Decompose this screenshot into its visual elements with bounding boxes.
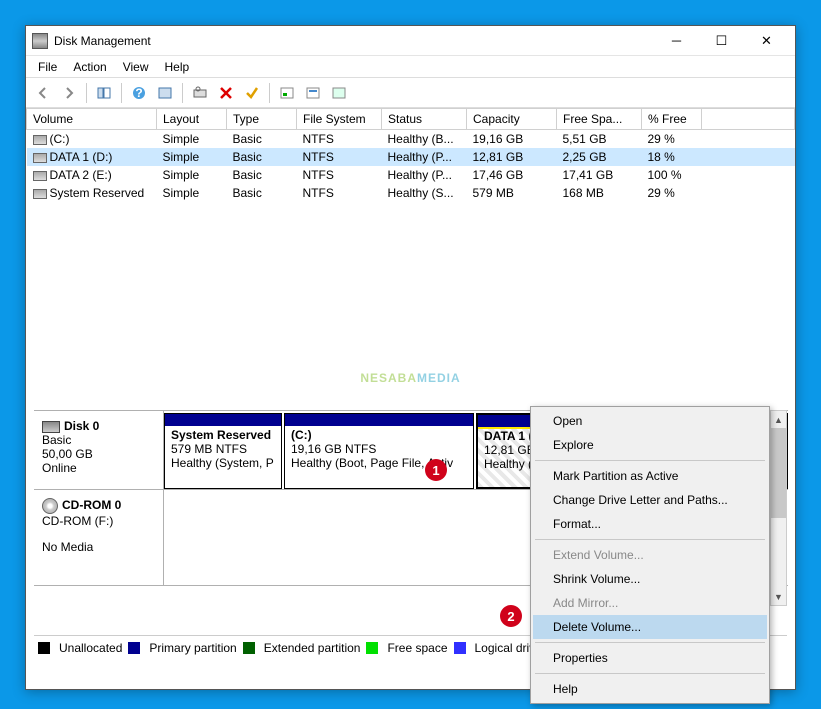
menu-view[interactable]: View <box>115 58 157 76</box>
legend-label: Extended partition <box>264 641 361 655</box>
menu-add-mirror: Add Mirror... <box>533 591 767 615</box>
svg-text:?: ? <box>135 86 142 100</box>
titlebar[interactable]: Disk Management ─ ☐ ✕ <box>26 26 795 56</box>
col-fs[interactable]: File System <box>297 109 382 130</box>
menu-action[interactable]: Action <box>65 58 114 76</box>
toolbar: ? <box>26 78 795 108</box>
disk-0-header[interactable]: Disk 0 Basic 50,00 GB Online <box>34 411 164 489</box>
legend-label: Unallocated <box>59 641 122 655</box>
window-title: Disk Management <box>54 34 654 48</box>
minimize-button[interactable]: ─ <box>654 27 699 55</box>
help-button[interactable]: ? <box>128 82 150 104</box>
callout-1: 1 <box>425 459 447 481</box>
col-status[interactable]: Status <box>382 109 467 130</box>
scrollbar[interactable]: ▲ ▼ <box>770 410 787 606</box>
menu-file[interactable]: File <box>30 58 65 76</box>
maximize-button[interactable]: ☐ <box>699 27 744 55</box>
legend-label: Primary partition <box>149 641 236 655</box>
col-volume[interactable]: Volume <box>27 109 157 130</box>
legend-label: Free space <box>387 641 447 655</box>
menu-change-letter[interactable]: Change Drive Letter and Paths... <box>533 488 767 512</box>
legend-swatch-primary <box>128 642 140 654</box>
volume-icon <box>33 189 47 199</box>
volume-icon <box>33 171 47 181</box>
disk-list-button[interactable] <box>276 82 298 104</box>
callout-2: 2 <box>500 605 522 627</box>
cdrom-icon <box>42 498 58 514</box>
cdrom-header[interactable]: CD-ROM 0 CD-ROM (F:) No Media <box>34 490 164 585</box>
forward-button[interactable] <box>58 82 80 104</box>
graphical-view-button[interactable] <box>328 82 350 104</box>
disk-icon <box>42 421 60 433</box>
menu-properties[interactable]: Properties <box>533 646 767 670</box>
context-menu: Open Explore Mark Partition as Active Ch… <box>530 406 770 704</box>
menu-extend-volume: Extend Volume... <box>533 543 767 567</box>
table-header-row[interactable]: Volume Layout Type File System Status Ca… <box>27 109 795 130</box>
menu-open[interactable]: Open <box>533 409 767 433</box>
delete-icon[interactable] <box>215 82 237 104</box>
col-layout[interactable]: Layout <box>157 109 227 130</box>
close-button[interactable]: ✕ <box>744 27 789 55</box>
menu-help[interactable]: Help <box>533 677 767 701</box>
table-row[interactable]: System ReservedSimpleBasicNTFSHealthy (S… <box>27 184 795 202</box>
menu-mark-active[interactable]: Mark Partition as Active <box>533 464 767 488</box>
col-type[interactable]: Type <box>227 109 297 130</box>
volume-icon <box>33 135 47 145</box>
legend-swatch-logical <box>454 642 466 654</box>
menu-shrink-volume[interactable]: Shrink Volume... <box>533 567 767 591</box>
menu-help[interactable]: Help <box>157 58 198 76</box>
col-pctfree[interactable]: % Free <box>642 109 702 130</box>
menu-format[interactable]: Format... <box>533 512 767 536</box>
volume-list-button[interactable] <box>302 82 324 104</box>
volume-table: Volume Layout Type File System Status Ca… <box>26 108 795 202</box>
scroll-down-button[interactable]: ▼ <box>771 588 786 605</box>
table-row[interactable]: DATA 2 (E:)SimpleBasicNTFSHealthy (P...1… <box>27 166 795 184</box>
scroll-up-button[interactable]: ▲ <box>771 411 786 428</box>
col-blank[interactable] <box>702 109 795 130</box>
partition-system-reserved[interactable]: System Reserved 579 MB NTFS Healthy (Sys… <box>164 413 282 489</box>
back-button[interactable] <box>32 82 54 104</box>
table-row-selected[interactable]: DATA 1 (D:)SimpleBasicNTFSHealthy (P...1… <box>27 148 795 166</box>
menu-explore[interactable]: Explore <box>533 433 767 457</box>
legend-swatch-free <box>366 642 378 654</box>
menu-delete-volume[interactable]: Delete Volume... <box>533 615 767 639</box>
col-capacity[interactable]: Capacity <box>467 109 557 130</box>
volume-icon <box>33 153 47 163</box>
table-row[interactable]: (C:)SimpleBasicNTFSHealthy (B...19,16 GB… <box>27 130 795 149</box>
app-icon <box>32 33 48 49</box>
settings-button[interactable] <box>189 82 211 104</box>
watermark: NESABAMEDIA <box>360 356 460 390</box>
legend-swatch-extended <box>243 642 255 654</box>
menubar: File Action View Help <box>26 56 795 78</box>
show-hide-button[interactable] <box>93 82 115 104</box>
col-free[interactable]: Free Spa... <box>557 109 642 130</box>
check-icon[interactable] <box>241 82 263 104</box>
legend-swatch-unallocated <box>38 642 50 654</box>
partition-c[interactable]: (C:) 19,16 GB NTFS Healthy (Boot, Page F… <box>284 413 474 489</box>
scroll-thumb[interactable] <box>771 428 786 518</box>
refresh-button[interactable] <box>154 82 176 104</box>
